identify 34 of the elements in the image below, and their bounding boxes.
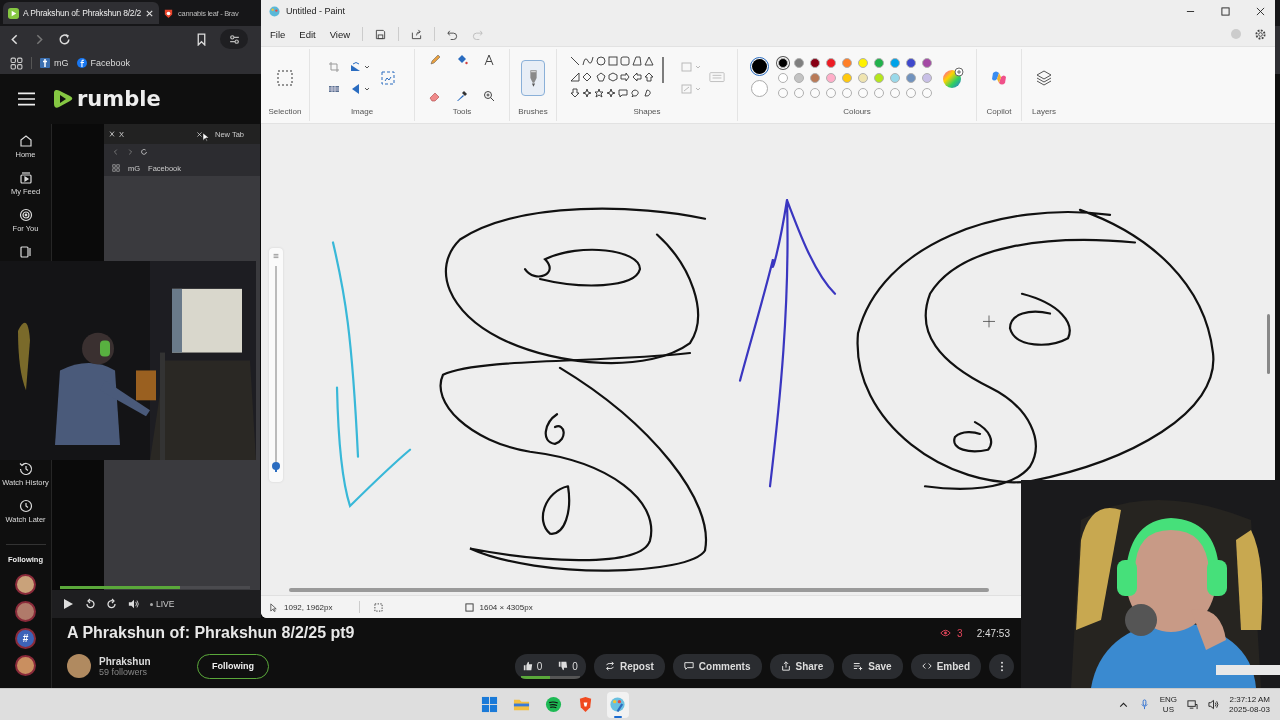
group-label: Copilot xyxy=(986,107,1012,118)
group-label: Tools xyxy=(452,107,472,118)
group-label: Brushes xyxy=(518,107,548,118)
menu-item[interactable]: File xyxy=(270,28,286,40)
action-button[interactable]: Repost xyxy=(593,653,665,679)
cursor-position: 1092, 1962px xyxy=(284,602,333,612)
menu-item[interactable]: View xyxy=(329,28,351,40)
action-button[interactable]: Save xyxy=(842,653,903,679)
site-logo[interactable]: rumble xyxy=(53,87,161,111)
follower-count: 59 followers xyxy=(99,666,149,677)
like-button[interactable]: 0 xyxy=(514,653,551,679)
stream-duration: 2:47:53 xyxy=(976,627,1010,639)
channel-avatar[interactable]: # xyxy=(15,628,36,649)
window-title: Untitled - Paint xyxy=(286,6,346,16)
bookmark-link[interactable]: mG xyxy=(54,58,69,68)
group-label: Image xyxy=(350,107,374,118)
browser-tab[interactable]: A Phrakshun of: Phrakshun 8/2/2 xyxy=(3,2,160,24)
bookmark-link[interactable]: Facebook xyxy=(90,58,131,68)
menu-item[interactable]: Edit xyxy=(299,28,316,40)
canvas-size: 1604 × 4305px xyxy=(479,602,533,612)
language-indicator[interactable]: ENG US xyxy=(1159,694,1178,715)
channel-name[interactable]: Phrakshun xyxy=(99,655,189,667)
group-label: Layers xyxy=(1032,107,1056,118)
live-label: LIVE xyxy=(156,599,175,609)
dislike-button[interactable]: 0 xyxy=(550,653,586,679)
group-label: Selection xyxy=(268,107,302,118)
video-title: A Phrakshun of: Phrakshun 8/2/25 pt9 xyxy=(67,624,356,642)
action-button[interactable]: Share xyxy=(769,653,835,679)
group-label: Shapes xyxy=(633,107,661,118)
action-button[interactable]: Embed xyxy=(910,653,981,679)
clock[interactable]: 2:37:12 AM 2025-08-03 xyxy=(1229,694,1270,715)
action-button[interactable]: Comments xyxy=(672,653,762,679)
group-label: Colours xyxy=(843,107,871,118)
viewer-count: 3 xyxy=(957,627,963,639)
